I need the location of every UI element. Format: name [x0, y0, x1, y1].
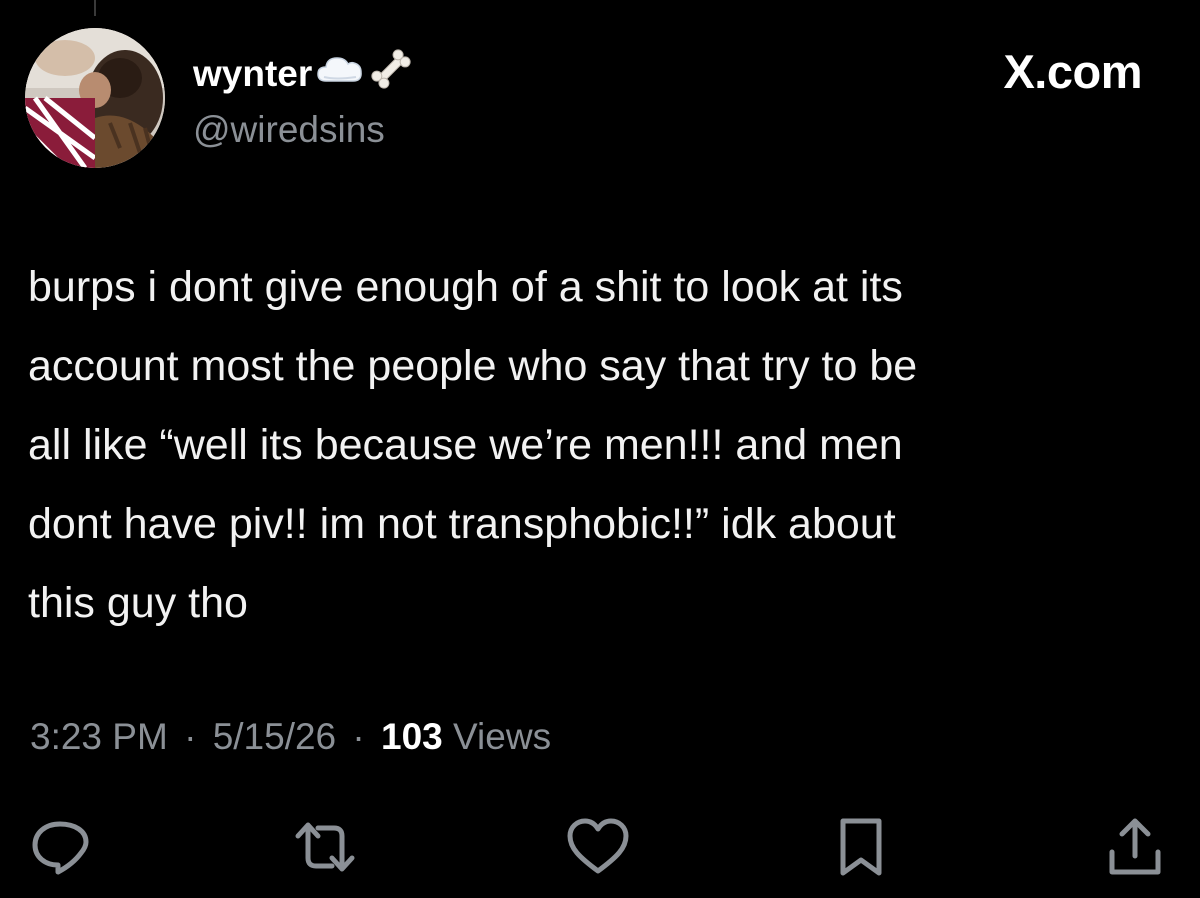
share-icon	[1109, 818, 1161, 875]
heart-icon	[567, 818, 629, 874]
bookmark-icon	[840, 818, 882, 876]
tweet-line: all like “well its because we’re men!!! …	[28, 421, 903, 469]
avatar-photo	[25, 28, 165, 168]
views-count[interactable]: 103	[381, 716, 443, 757]
tweet-text: burps i dont give enough of a shit to lo…	[28, 248, 1178, 643]
like-button[interactable]	[563, 812, 633, 882]
tweet-line: dont have piv!! im not transphobic!!” id…	[28, 500, 896, 548]
meta-separator: ·	[352, 716, 365, 757]
tweet-time[interactable]: 3:23 PM	[30, 716, 168, 757]
reply-icon	[32, 821, 89, 875]
bone-emoji-icon	[368, 46, 414, 101]
author-handle[interactable]: @wiredsins	[193, 109, 385, 151]
reply-button[interactable]	[25, 812, 95, 882]
author-display-name-row[interactable]: wynter	[193, 46, 414, 101]
author-display-name[interactable]: wynter	[193, 53, 312, 95]
tweet-date[interactable]: 5/15/26	[213, 716, 336, 757]
repost-icon	[295, 822, 355, 872]
avatar[interactable]	[25, 28, 165, 168]
source-label: X.com	[1003, 45, 1142, 98]
cloud-emoji-icon	[316, 51, 364, 96]
views-label[interactable]: Views	[453, 716, 551, 757]
tweet-line: burps i dont give enough of a shit to lo…	[28, 263, 903, 311]
tweet-line: account most the people who say that try…	[28, 342, 918, 390]
tweet-line: this guy tho	[28, 579, 248, 627]
share-button[interactable]	[1100, 812, 1170, 882]
thread-connector-line	[94, 0, 96, 16]
action-bar	[0, 812, 1200, 882]
meta-separator: ·	[184, 716, 197, 757]
repost-button[interactable]	[290, 812, 360, 882]
bookmark-button[interactable]	[826, 812, 896, 882]
tweet-meta: 3:23 PM · 5/15/26 · 103 Views	[30, 716, 551, 758]
